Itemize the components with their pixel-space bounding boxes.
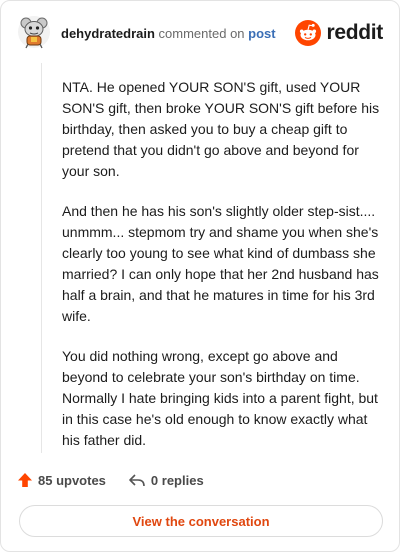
comment-paragraph: And then he has his son's slightly older…	[62, 203, 379, 324]
thread-line	[41, 63, 42, 453]
username[interactable]: dehydratedrain	[61, 26, 155, 41]
post-link[interactable]: post	[248, 26, 275, 41]
snoo-avatar-icon	[18, 16, 50, 49]
reddit-brand[interactable]: reddit	[295, 20, 383, 46]
upvote-count: 85 upvotes	[38, 472, 106, 488]
reddit-logo-icon	[295, 20, 322, 46]
avatar[interactable]	[17, 15, 51, 49]
upvote-arrow-icon	[18, 473, 32, 487]
comment-header: dehydratedrain commented on post reddit	[17, 15, 383, 51]
view-conversation-button[interactable]: View the conversation	[19, 505, 383, 537]
embedded-comment-card: dehydratedrain commented on post reddit …	[0, 0, 400, 552]
comment-body: NTA. He opened YOUR SON'S gift, used YOU…	[62, 77, 382, 470]
action-text: commented on	[158, 26, 245, 41]
upvote-stat[interactable]: 85 upvotes	[17, 472, 106, 488]
brand-wordmark: reddit	[326, 21, 383, 44]
reply-count: 0 replies	[150, 472, 204, 488]
comment-paragraph: NTA. He opened YOUR SON'S gift, used YOU…	[62, 79, 380, 179]
reply-arrow-icon	[129, 474, 145, 487]
comment-paragraph: You did nothing wrong, except go above a…	[62, 348, 378, 448]
reply-stat[interactable]: 0 replies	[128, 472, 204, 488]
comment-footer: 85 upvotes 0 replies	[17, 469, 204, 491]
comment-meta: dehydratedrain commented on post	[61, 26, 276, 42]
